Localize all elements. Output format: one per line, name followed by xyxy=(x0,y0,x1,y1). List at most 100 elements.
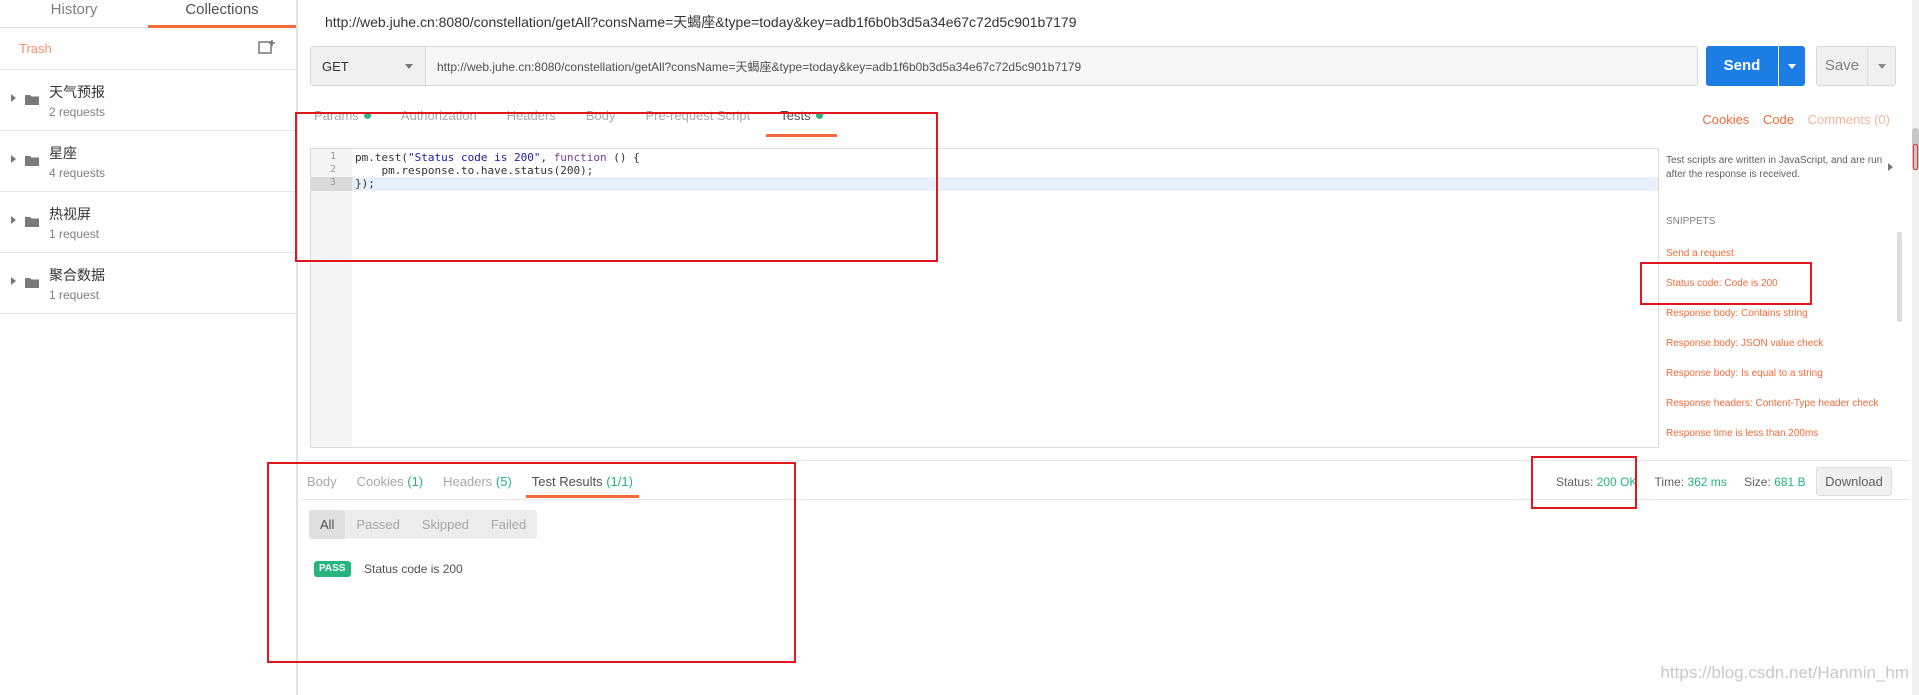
trash-link[interactable]: Trash xyxy=(19,41,52,56)
tab-response-body[interactable]: Body xyxy=(307,474,337,497)
tab-collections[interactable]: Collections xyxy=(148,0,296,28)
count-badge: (1/1) xyxy=(606,474,633,489)
size-label: Size: xyxy=(1744,475,1771,489)
request-links: Cookies Code Comments (0) xyxy=(1692,112,1890,127)
collection-count: 2 requests xyxy=(49,105,106,119)
status-value[interactable]: 200 OK xyxy=(1597,475,1638,489)
download-button[interactable]: Download xyxy=(1816,467,1892,496)
time-label: Time: xyxy=(1654,475,1685,489)
snippet-item[interactable]: Send a request xyxy=(1666,248,1734,259)
tab-response-headers[interactable]: Headers (5) xyxy=(443,474,512,497)
send-button[interactable]: Send xyxy=(1706,46,1778,86)
snippet-item[interactable]: Response body: JSON value check xyxy=(1666,338,1823,349)
caret-right-icon[interactable] xyxy=(11,155,16,163)
folder-icon xyxy=(25,217,39,227)
request-title[interactable]: http://web.juhe.cn:8080/constellation/ge… xyxy=(325,12,1077,32)
tab-response-cookies[interactable]: Cookies (1) xyxy=(357,474,423,497)
sidebar-toolbar: Trash xyxy=(0,28,296,70)
snippet-item[interactable]: Status code: Code is 200 xyxy=(1666,278,1778,289)
caret-right-icon[interactable] xyxy=(11,277,16,285)
line-number: 2 xyxy=(330,164,337,175)
collection-name: 星座 xyxy=(49,145,77,161)
result-filter-group: All Passed Skipped Failed xyxy=(309,510,538,539)
time-value[interactable]: 362 ms xyxy=(1687,475,1726,489)
status-dot-icon xyxy=(363,112,371,119)
code-string: "Status code is 200" xyxy=(407,151,541,164)
tab-label: Cookies xyxy=(356,474,404,489)
status-dot-icon xyxy=(815,112,823,119)
snippet-item[interactable]: Response time is less than 200ms xyxy=(1666,428,1818,439)
url-input[interactable] xyxy=(426,47,1697,85)
test-script-editor[interactable]: 1 2 3 pm.test("Status code is 200", func… xyxy=(310,148,1659,448)
collection-item[interactable]: 星座 4 requests xyxy=(0,131,296,192)
sidebar: History Collections Trash 天气预报 2 request… xyxy=(0,0,298,695)
code-token: pm.test( xyxy=(355,151,408,164)
collapse-arrow-icon[interactable] xyxy=(1888,163,1893,171)
save-options-chevron-icon[interactable] xyxy=(1867,46,1896,86)
tab-body[interactable]: Body xyxy=(586,108,616,136)
line-number: 3 xyxy=(311,177,352,191)
snippets-description: Test scripts are written in JavaScript, … xyxy=(1666,155,1883,180)
caret-right-icon[interactable] xyxy=(11,94,16,102)
sidebar-tabs: History Collections xyxy=(0,0,296,28)
filter-all[interactable]: All xyxy=(309,510,346,539)
tab-params[interactable]: Params xyxy=(314,108,371,136)
tab-pre-request-script[interactable]: Pre-request Script xyxy=(645,108,750,136)
snippet-item[interactable]: Response body: Contains string xyxy=(1666,308,1808,319)
collection-count: 4 requests xyxy=(49,166,106,180)
collection-count: 1 request xyxy=(49,288,100,302)
page-scrollbar[interactable] xyxy=(1912,0,1919,695)
collection-item[interactable]: 聚合数据 1 request xyxy=(0,253,296,314)
response-header: Body Cookies (1) Headers (5) Test Result… xyxy=(300,460,1910,500)
snippets-title: SNIPPETS xyxy=(1666,216,1716,227)
tab-label: Test Results xyxy=(531,474,603,489)
tab-tests[interactable]: Tests xyxy=(766,108,838,137)
snippets-panel: Test scripts are written in JavaScript, … xyxy=(1666,148,1896,448)
snippet-item[interactable]: Response body: Is equal to a string xyxy=(1666,368,1823,379)
tab-test-results[interactable]: Test Results (1/1) xyxy=(525,474,640,498)
method-label: GET xyxy=(322,59,349,74)
line-number: 1 xyxy=(330,151,337,162)
request-tabs: Params Authorization Headers Body Pre-re… xyxy=(314,108,853,137)
tab-tests-label: Tests xyxy=(780,108,811,123)
caret-right-icon[interactable] xyxy=(11,216,16,224)
filter-failed[interactable]: Failed xyxy=(480,510,537,539)
tab-params-label: Params xyxy=(314,108,359,123)
collection-item[interactable]: 热视屏 1 request xyxy=(0,192,296,253)
tab-history[interactable]: History xyxy=(0,0,148,27)
code-token: , xyxy=(540,151,554,164)
snippet-item[interactable]: Response headers: Content-Type header ch… xyxy=(1666,398,1878,409)
current-line-highlight xyxy=(352,177,1658,191)
collection-name: 天气预报 xyxy=(49,84,105,100)
save-button[interactable]: Save xyxy=(1816,46,1868,86)
code-line: pm.response.to.have.status(200); xyxy=(355,164,594,177)
send-options-chevron-icon[interactable] xyxy=(1779,46,1805,86)
folder-icon xyxy=(25,95,39,105)
new-collection-icon[interactable] xyxy=(258,39,276,55)
pass-badge: PASS xyxy=(314,561,351,577)
cookies-link[interactable]: Cookies xyxy=(1702,112,1749,127)
collection-count: 1 request xyxy=(49,227,100,241)
comments-link[interactable]: Comments (0) xyxy=(1808,112,1890,127)
code-line: }); xyxy=(355,177,375,190)
snippets-scrollbar[interactable] xyxy=(1897,232,1902,322)
folder-icon xyxy=(25,156,39,166)
watermark: https://blog.csdn.net/Hanmin_hm xyxy=(1660,663,1909,682)
filter-passed[interactable]: Passed xyxy=(345,510,410,539)
tab-label: Headers xyxy=(443,474,493,489)
code-token: () { xyxy=(606,151,640,164)
size-value[interactable]: 681 B xyxy=(1774,475,1805,489)
collection-item[interactable]: 天气预报 2 requests xyxy=(0,70,296,131)
main-panel: http://web.juhe.cn:8080/constellation/ge… xyxy=(300,0,1910,695)
response-meta: Status: 200 OK Time: 362 ms Size: 681 B xyxy=(1556,475,1820,489)
filter-skipped[interactable]: Skipped xyxy=(411,510,480,539)
scrollbar-annotation-box xyxy=(1913,144,1918,170)
tab-headers[interactable]: Headers xyxy=(507,108,556,136)
collection-name: 聚合数据 xyxy=(49,267,105,283)
editor-gutter xyxy=(311,149,352,447)
collection-name: 热视屏 xyxy=(49,206,91,222)
code-link[interactable]: Code xyxy=(1763,112,1794,127)
method-select[interactable]: GET xyxy=(311,47,426,85)
tab-authorization[interactable]: Authorization xyxy=(401,108,477,136)
count-badge: (1) xyxy=(407,474,424,489)
